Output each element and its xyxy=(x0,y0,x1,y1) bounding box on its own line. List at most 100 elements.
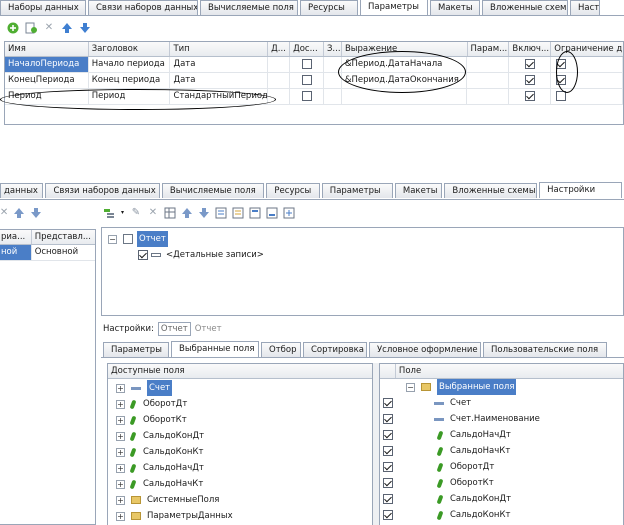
tree-child-label[interactable]: <Детальные записи> xyxy=(166,247,264,263)
add-icon[interactable] xyxy=(7,22,19,34)
tab-settings-cut[interactable]: Наст xyxy=(570,0,600,15)
expand-icon[interactable]: + xyxy=(116,431,125,441)
cell-include[interactable] xyxy=(509,57,552,72)
cell-title[interactable]: Период xyxy=(89,89,171,104)
cell-type[interactable]: СтандартныйПериод xyxy=(170,89,269,104)
list-item-label[interactable]: ПараметрыДанных xyxy=(147,508,233,524)
cell-param[interactable] xyxy=(467,57,510,72)
col-variant[interactable]: риа... xyxy=(0,230,32,244)
edit-icon[interactable]: ✎ xyxy=(130,207,142,219)
settings-option-report-2[interactable]: Отчет xyxy=(195,324,222,334)
selected-root-label[interactable]: Выбранные поля xyxy=(437,379,517,395)
dos-checkbox[interactable] xyxy=(301,74,312,85)
list-item[interactable]: + ОборотКт xyxy=(108,412,372,428)
move-up-icon[interactable] xyxy=(181,207,193,219)
move-down-icon[interactable] xyxy=(198,207,210,219)
group-icon[interactable] xyxy=(249,207,261,219)
col-include[interactable]: Включ... xyxy=(509,42,552,56)
table-row[interactable]: НачалоПериода Начало периода Дата &Перио… xyxy=(5,57,623,73)
dos-checkbox[interactable] xyxy=(301,90,312,101)
tab-layouts[interactable]: Макеты xyxy=(430,0,480,15)
move-down-icon[interactable] xyxy=(79,22,91,34)
grid-icon[interactable] xyxy=(164,207,176,219)
list-item-label[interactable]: СальдоНачДт xyxy=(143,460,204,476)
subtab-filter[interactable]: Отбор xyxy=(261,342,301,357)
field-checkbox[interactable] xyxy=(383,494,393,504)
tab-datasets[interactable]: Наборы данных xyxy=(0,0,86,15)
list-item[interactable]: + Счет xyxy=(108,380,372,396)
field-label[interactable]: СальдоКонДт xyxy=(450,491,511,507)
tree-root-label[interactable]: Отчет xyxy=(137,231,168,247)
expand-icon[interactable]: + xyxy=(116,495,125,505)
cell-d[interactable] xyxy=(268,89,291,104)
move-up-icon[interactable] xyxy=(61,22,73,34)
move-down-icon[interactable] xyxy=(30,207,42,219)
list-item-label[interactable]: СистемныеПоля xyxy=(147,492,219,508)
cell-expression[interactable]: &Период.ДатаОкончания xyxy=(342,73,468,88)
selected-root[interactable]: − Выбранные поля xyxy=(380,379,623,395)
list-item[interactable]: + СальдоНачКт xyxy=(108,476,372,492)
tree-root[interactable]: − Отчет xyxy=(102,231,623,247)
tab-resources[interactable]: Ресурсы xyxy=(300,0,358,15)
tab-nested-schemes[interactable]: Вложенные схемы xyxy=(482,0,568,15)
list-item-label[interactable]: ОборотДт xyxy=(143,396,187,412)
field-label[interactable]: СальдоНачДт xyxy=(450,427,511,443)
expand-icon[interactable]: + xyxy=(116,447,125,457)
cell-expression[interactable]: &Период.ДатаНачала xyxy=(342,57,468,72)
level-down-icon[interactable] xyxy=(232,207,244,219)
cell-z[interactable] xyxy=(324,73,342,88)
col-name[interactable]: Имя xyxy=(5,42,89,56)
table-row[interactable]: СальдоКонКт xyxy=(380,507,623,523)
cell-include[interactable] xyxy=(509,89,552,104)
expand-icon[interactable]: + xyxy=(116,383,125,393)
list-item[interactable]: + СальдоКонКт xyxy=(108,444,372,460)
list-item[interactable]: + ОборотДт xyxy=(108,396,372,412)
field-checkbox[interactable] xyxy=(383,510,393,520)
expand-icon[interactable]: + xyxy=(116,463,125,473)
expand-icon[interactable]: + xyxy=(116,415,125,425)
field-label[interactable]: СальдоНачКт xyxy=(450,443,510,459)
list-item-label[interactable]: Счет xyxy=(147,380,173,396)
cell-restriction[interactable] xyxy=(551,57,623,72)
cell-d[interactable] xyxy=(268,57,291,72)
cell-type[interactable]: Дата xyxy=(170,73,269,88)
list-item-label[interactable]: СальдоНачКт xyxy=(143,476,203,492)
field-label[interactable]: ОборотДт xyxy=(450,459,494,475)
table-row[interactable]: Период Период СтандартныйПериод xyxy=(5,89,623,105)
col-title[interactable]: Заголовок xyxy=(89,42,171,56)
subtab-conditional-format[interactable]: Условное оформление xyxy=(369,342,481,357)
include-checkbox[interactable] xyxy=(524,74,535,85)
list-item[interactable]: + ПараметрыДанных xyxy=(108,508,372,524)
tab-settings[interactable]: Настройки xyxy=(539,182,622,198)
table-row[interactable]: СальдоКонДт xyxy=(380,491,623,507)
list-item[interactable]: + СистемныеПоля xyxy=(108,492,372,508)
tab-parameters[interactable]: Параметры xyxy=(321,183,393,198)
field-checkbox[interactable] xyxy=(383,446,393,456)
cell-include[interactable] xyxy=(509,73,552,88)
expand-icon[interactable]: + xyxy=(116,399,125,409)
cell-title[interactable]: Начало периода xyxy=(89,57,171,72)
include-checkbox[interactable] xyxy=(524,90,535,101)
cell-dos[interactable] xyxy=(290,57,324,72)
collapse-icon[interactable]: − xyxy=(108,234,117,244)
table-row[interactable]: Счет xyxy=(380,395,623,411)
table-row[interactable]: ОборотДт xyxy=(380,459,623,475)
col-field[interactable]: Поле xyxy=(396,364,623,378)
col-dos[interactable]: Дос... xyxy=(290,42,324,56)
list-item-label[interactable]: СальдоКонДт xyxy=(143,428,204,444)
cell-presentation[interactable]: Основной xyxy=(32,245,95,260)
col-expression[interactable]: Выражение xyxy=(342,42,468,56)
tab-resources[interactable]: Ресурсы xyxy=(266,183,320,198)
cell-dos[interactable] xyxy=(290,73,324,88)
field-checkbox[interactable] xyxy=(383,414,393,424)
cell-param[interactable] xyxy=(467,73,510,88)
field-label[interactable]: СальдоКонКт xyxy=(450,507,510,523)
subtab-selected-fields[interactable]: Выбранные поля xyxy=(171,341,259,357)
col-d[interactable]: Д... xyxy=(268,42,291,56)
delete-icon[interactable]: ✕ xyxy=(147,207,159,219)
table-row[interactable]: СальдоНачДт xyxy=(380,427,623,443)
level-icon[interactable] xyxy=(215,207,227,219)
tab-layouts[interactable]: Макеты xyxy=(394,183,443,198)
cell-name[interactable]: КонецПериода xyxy=(5,73,89,88)
field-checkbox[interactable] xyxy=(383,462,393,472)
